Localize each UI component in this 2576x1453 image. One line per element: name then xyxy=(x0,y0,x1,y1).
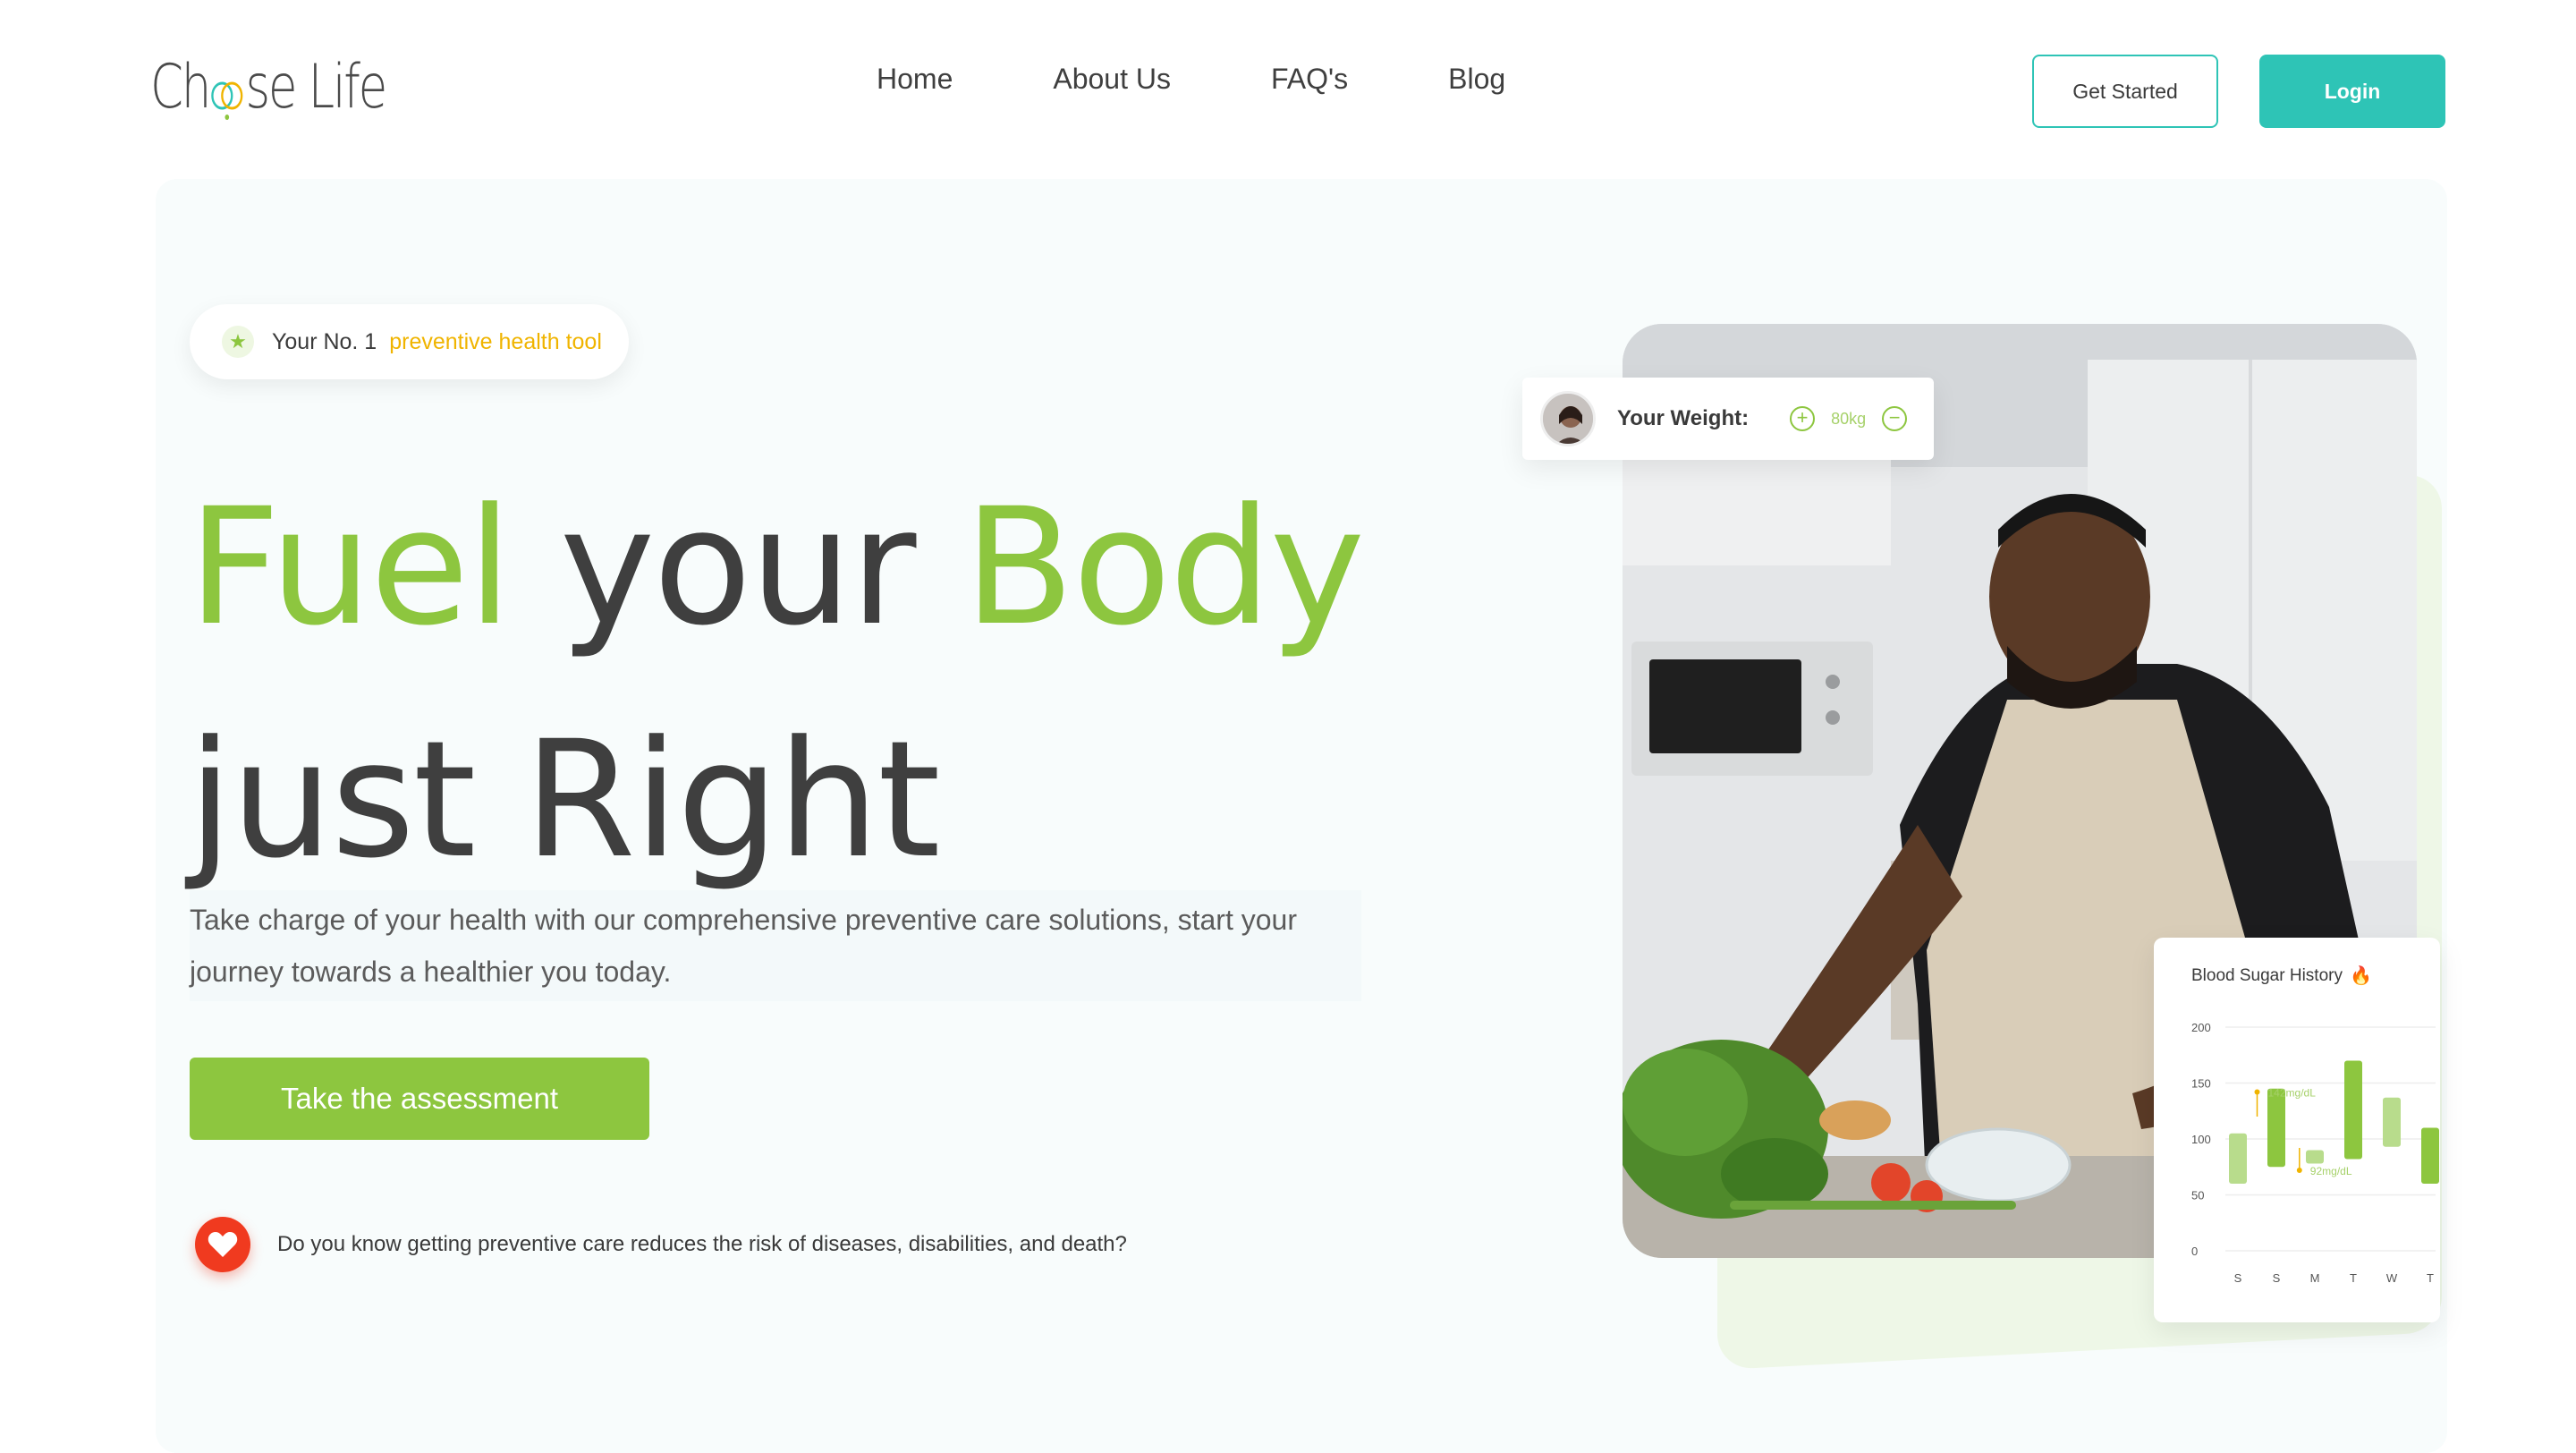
x-tick-label: T xyxy=(2350,1271,2357,1285)
star-icon: ★ xyxy=(222,326,254,358)
tagline-pill: ★ Your No. 1 preventive health tool xyxy=(190,304,629,379)
weight-value: 80kg xyxy=(1831,409,1867,428)
y-tick-label: 0 xyxy=(2191,1245,2198,1258)
take-assessment-button[interactable]: Take the assessment xyxy=(190,1058,649,1140)
chart-bar xyxy=(2229,1133,2247,1184)
preventive-fact: Do you know getting preventive care redu… xyxy=(195,1217,1127,1272)
x-tick-label: W xyxy=(2386,1271,2398,1285)
get-started-button[interactable]: Get Started xyxy=(2032,55,2218,128)
blood-sugar-card: Blood Sugar History 🔥 200 150 100 50 0 S S M T W T… xyxy=(2154,938,2440,1322)
x-tick-label: S xyxy=(2273,1271,2281,1285)
logo-text-left: Ch xyxy=(150,51,211,123)
brand-logo[interactable]: Ch se Life xyxy=(150,47,388,127)
y-tick-label: 200 xyxy=(2191,1021,2211,1034)
x-tick-label: S xyxy=(2234,1271,2242,1285)
fact-text: Do you know getting preventive care redu… xyxy=(277,1232,1127,1256)
heart-icon xyxy=(195,1217,250,1272)
chart-bar xyxy=(2267,1088,2285,1168)
nav-home[interactable]: Home xyxy=(877,63,953,96)
nav-faqs[interactable]: FAQ's xyxy=(1271,63,1348,96)
weight-card: Your Weight: + 80kg − xyxy=(1522,378,1934,460)
user-avatar xyxy=(1540,391,1596,446)
annotation-label: 92mg/dL xyxy=(2310,1165,2352,1177)
blood-sugar-chart: 200 150 100 50 0 S S M T W T 142mg/dL 92mg/dL xyxy=(2191,1021,2439,1285)
minus-icon[interactable]: − xyxy=(1882,406,1908,431)
login-button[interactable]: Login xyxy=(2259,55,2445,128)
headline-line-2: just Right xyxy=(188,707,941,894)
x-tick-label: T xyxy=(2427,1271,2434,1285)
headline-word-your: your xyxy=(559,474,917,661)
chart-bar xyxy=(2383,1097,2401,1147)
annotation-label: 142mg/dL xyxy=(2268,1087,2317,1100)
nav-blog[interactable]: Blog xyxy=(1448,63,1505,96)
chart-bar xyxy=(2421,1127,2439,1184)
hero-headline: Fuel your Body just Right xyxy=(188,452,1365,917)
hero-subtext: Take charge of your health with our comp… xyxy=(190,890,1361,1001)
y-tick-label: 100 xyxy=(2191,1133,2211,1146)
plus-icon[interactable]: + xyxy=(1790,406,1816,431)
x-tick-label: M xyxy=(2310,1271,2320,1285)
headline-word-fuel: Fuel xyxy=(188,474,513,661)
main-nav: Home About Us FAQ's Blog xyxy=(877,63,1505,96)
pill-prefix: Your No. 1 xyxy=(272,328,377,354)
pill-highlight: preventive health tool xyxy=(389,328,602,354)
nav-about-us[interactable]: About Us xyxy=(1053,63,1171,96)
y-tick-label: 50 xyxy=(2191,1189,2204,1202)
y-tick-label: 150 xyxy=(2191,1077,2211,1091)
logo-text-right: se Life xyxy=(245,51,388,123)
logo-mark-icon xyxy=(210,65,244,120)
weight-label: Your Weight: xyxy=(1617,406,1750,430)
headline-word-body: Body xyxy=(963,474,1365,661)
chart-bar xyxy=(2344,1060,2362,1160)
chart-bar xyxy=(2306,1150,2324,1164)
